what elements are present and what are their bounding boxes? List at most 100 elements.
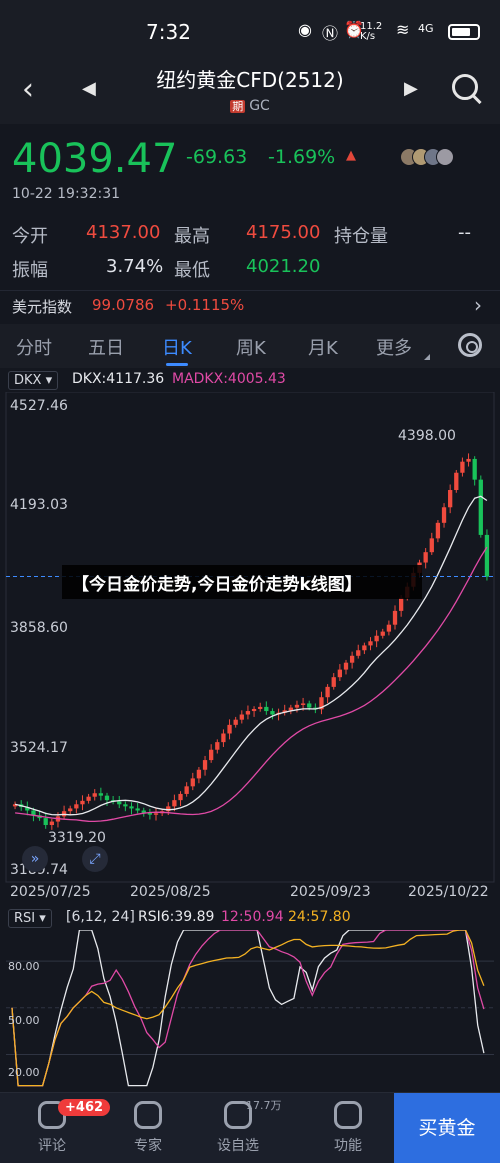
candle: [153, 807, 159, 821]
candle: [331, 673, 336, 690]
rsi-name: RSI: [14, 911, 36, 926]
candle: [270, 708, 275, 720]
expert-icon: [134, 1101, 162, 1129]
fullscreen-icon[interactable]: ⤢: [82, 846, 108, 872]
tab-intraday[interactable]: 分时: [16, 334, 52, 360]
candle: [135, 802, 140, 814]
arrow-up-icon: ▲: [346, 148, 356, 163]
x-tick: 2025/07/25: [10, 884, 91, 900]
candle: [386, 620, 392, 636]
y-tick: 3524.17: [10, 740, 68, 756]
rsi-chart[interactable]: [0, 930, 500, 1090]
buy-gold-button[interactable]: 买黄金: [394, 1093, 500, 1163]
expand-icon[interactable]: »: [22, 846, 48, 872]
rsi-select[interactable]: RSI ▾: [8, 909, 52, 928]
chevron-right-icon: ›: [474, 293, 482, 317]
bottom-toolbar: 评论 +462 专家 设自选 17.7万 功能 买黄金: [0, 1092, 500, 1163]
nfc-icon: Ⓝ: [322, 24, 339, 43]
candle: [448, 484, 453, 514]
tab-five-day[interactable]: 五日: [88, 334, 124, 360]
candle: [478, 475, 483, 538]
amp-label: 振幅: [12, 260, 48, 281]
candle: [110, 796, 116, 805]
candle: [288, 704, 293, 715]
price-change-pct: -1.69%: [268, 146, 336, 168]
watchlist-label: 设自选: [217, 1138, 259, 1154]
function-icon: [334, 1101, 362, 1129]
indicator-select[interactable]: DKX ▾: [8, 371, 59, 390]
search-icon[interactable]: [452, 74, 478, 100]
status-time: 7:32: [146, 20, 191, 44]
function-button[interactable]: 功能: [308, 1101, 388, 1155]
rsi-params: [6,12, 24]: [66, 909, 135, 925]
candle: [74, 800, 79, 814]
candle: [282, 704, 287, 716]
next-instrument-icon[interactable]: ▶: [404, 78, 418, 99]
candle: [215, 739, 220, 754]
candle: [80, 795, 85, 811]
candle: [141, 807, 146, 817]
candle: [343, 659, 349, 675]
candle: [435, 520, 441, 543]
candle: [209, 744, 214, 763]
candle: [196, 766, 202, 784]
high-value: 4175.00: [246, 222, 321, 243]
oi-value: --: [458, 222, 471, 243]
avatar: [436, 148, 454, 166]
battery-icon: [448, 24, 480, 40]
tab-monthly-k[interactable]: 月K: [308, 334, 338, 360]
kline-chart[interactable]: [0, 392, 500, 902]
period-tabs: 分时 五日 日K 周K 月K 更多: [0, 324, 500, 368]
min-label: 3319.20: [48, 830, 106, 846]
candle: [258, 702, 263, 712]
function-label: 功能: [334, 1138, 362, 1154]
expert-label: 专家: [134, 1138, 162, 1154]
usd-index-change: +0.1115%: [165, 296, 245, 314]
candle: [484, 529, 490, 581]
open-label: 今开: [12, 226, 48, 247]
expert-button[interactable]: 专家: [108, 1101, 188, 1155]
last-price: 4039.47: [12, 136, 178, 182]
tab-daily-k[interactable]: 日K: [162, 334, 192, 366]
dkx-value: DKX:4117.36: [72, 371, 165, 387]
candle: [362, 642, 367, 655]
low-value: 4021.20: [246, 256, 321, 277]
dkx-line: [14, 495, 488, 816]
tab-more[interactable]: 更多: [376, 334, 412, 360]
tab-weekly-k[interactable]: 周K: [236, 334, 266, 360]
comment-badge: +462: [58, 1099, 111, 1116]
overlay-banner: 【今日金价走势,今日金价走势k线图】: [62, 565, 422, 599]
candle: [86, 793, 91, 804]
y-tick: 3858.60: [10, 620, 68, 636]
avatar-group[interactable]: [400, 148, 454, 170]
chart-frame: [5, 392, 495, 883]
candle: [356, 644, 361, 659]
settings-icon[interactable]: [458, 333, 482, 357]
candle: [233, 716, 238, 728]
watch-count: 17.7万: [246, 1099, 282, 1112]
indicator-name: DKX: [14, 373, 42, 388]
y-tick: 4193.03: [10, 497, 68, 513]
instrument-subtitle: 期 GC: [0, 98, 500, 114]
candle: [117, 796, 122, 809]
candle: [202, 755, 208, 776]
more-triangle-icon: [424, 354, 430, 360]
candle: [129, 802, 134, 815]
amp-value: 3.74%: [106, 256, 164, 277]
candle: [429, 532, 434, 555]
candle: [12, 801, 18, 810]
candle: [325, 684, 330, 704]
quote-panel: 4039.47 -69.63 -1.69% ▲ 10-22 19:32:31 今…: [0, 124, 500, 290]
alarm-icon: ⏰: [344, 20, 364, 39]
candle: [147, 808, 153, 820]
status-bar: 7:32 11.2 K/s ≋ 4G ◉ Ⓝ ⏰: [0, 0, 500, 60]
candle: [190, 772, 195, 791]
futures-tag: 期: [230, 100, 246, 113]
x-tick: 2025/09/23: [290, 884, 371, 900]
usd-index-row[interactable]: 美元指数 99.0786 +0.1115% ›: [0, 290, 500, 324]
rsi-level: 20.00: [8, 1066, 40, 1079]
candle: [251, 706, 257, 717]
candle: [472, 456, 477, 486]
candle: [454, 469, 459, 493]
rsi6-value: RSI6:39.89: [138, 909, 215, 925]
